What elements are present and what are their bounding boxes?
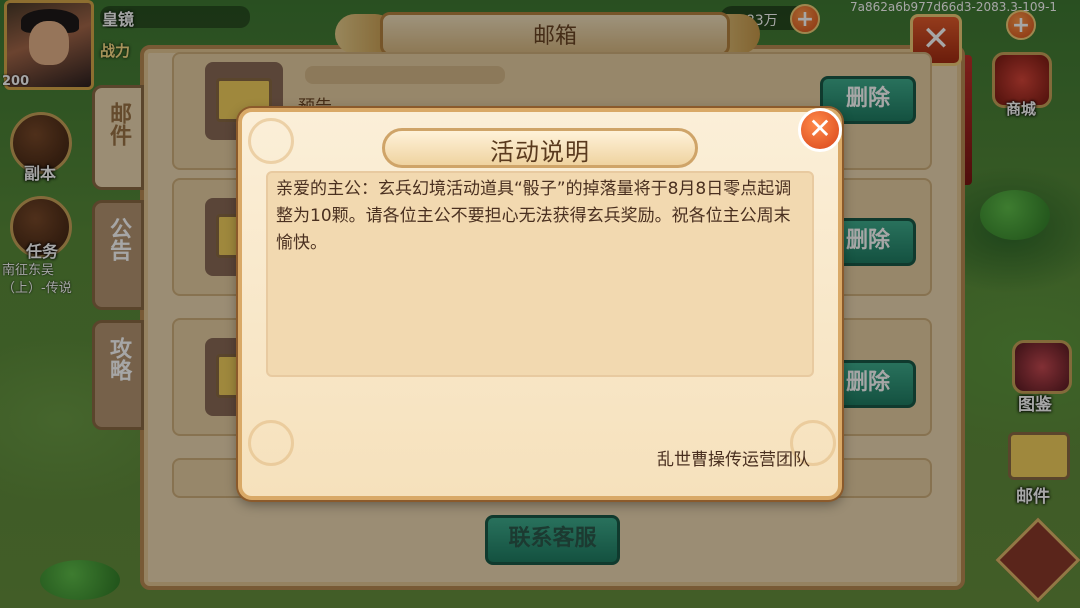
close-icon[interactable]: ✕: [798, 108, 842, 152]
dialog-message: 亲爱的主公：玄兵幻境活动道具“骰子”的掉落量将于8月8日零点起调整为10颗。请各…: [276, 179, 792, 253]
corner-ornament: [248, 118, 294, 164]
dialog-signature: 乱世曹操传运营团队: [657, 450, 810, 470]
corner-ornament: [248, 420, 294, 466]
dialog-title: 活动说明: [490, 138, 590, 166]
